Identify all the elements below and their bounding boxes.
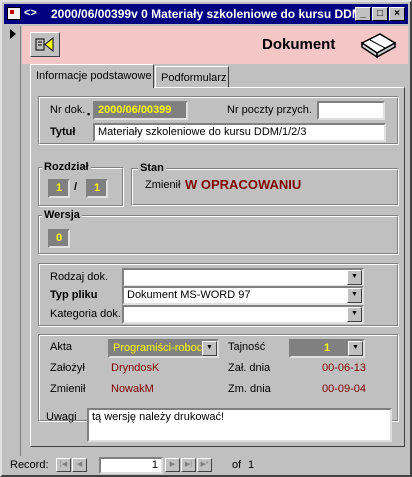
record-selector[interactable]	[6, 26, 21, 456]
maximize-button[interactable]: □	[372, 7, 388, 21]
title-bar[interactable]: <> 2000/06/00399v 0 Materiały szkoleniow…	[4, 4, 408, 24]
akta-value: Programiści-robocze	[113, 342, 214, 354]
last-record-button[interactable]: ▶|	[181, 458, 196, 472]
back-arrow-icon	[35, 36, 54, 53]
wersja-group	[38, 215, 399, 255]
rodzaj-label: Rodzaj dok.	[50, 271, 109, 283]
nr-dok-field[interactable]: 2000/06/00399	[93, 101, 188, 120]
new-record-button[interactable]: ▶*	[197, 458, 212, 472]
book-icon	[360, 33, 397, 59]
tab-informacje-podstawowe[interactable]: Informacje podstawowe	[30, 64, 154, 88]
back-button[interactable]	[30, 32, 60, 57]
kategoria-label: Kategoria dok.	[50, 308, 121, 320]
record-total: 1	[248, 459, 255, 471]
form-body: Dokument Informacje podstawowe Podformul…	[22, 26, 408, 456]
required-marker: ▪	[87, 109, 91, 119]
rozdzial-number-field[interactable]: 1	[48, 179, 70, 198]
rozdzial-label: Rozdział	[42, 161, 91, 173]
tajnosc-value: 1	[323, 342, 331, 354]
nr-dok-label: Nr dok.	[50, 104, 86, 116]
header-title: Dokument	[262, 36, 336, 53]
access-form-window: <> 2000/06/00399v 0 Materiały szkoleniow…	[0, 0, 412, 477]
rodzaj-combo[interactable]: ▼	[122, 268, 364, 287]
zal-dnia-value: 00-06-13	[322, 362, 367, 374]
rozdzial-total-field[interactable]: 1	[86, 179, 108, 198]
dropdown-arrow-icon[interactable]: ▼	[347, 270, 362, 285]
akta-combo[interactable]: Programiści-robocze ▼	[108, 339, 219, 358]
dropdown-arrow-icon[interactable]: ▼	[347, 288, 362, 303]
current-record-icon	[10, 29, 16, 39]
tab-podformularz[interactable]: Podformularz	[155, 66, 229, 88]
dropdown-arrow-icon[interactable]: ▼	[347, 307, 362, 322]
tytul-label: Tytuł	[50, 126, 76, 138]
form-header: Dokument	[22, 26, 408, 64]
tytul-input[interactable]: Materiały szkoleniowe do kursu DDM/1/2/3	[93, 123, 386, 142]
previous-record-button[interactable]: ◀	[72, 458, 87, 472]
stan-label: Stan	[138, 162, 166, 174]
typ-pliku-combo[interactable]: Dokument MS-WORD 97 ▼	[122, 286, 364, 305]
record-number-input[interactable]: 1	[99, 457, 163, 474]
zm-dnia-label: Zm. dnia	[228, 383, 271, 395]
nr-poczty-label: Nr poczty przych.	[227, 104, 312, 116]
tajnosc-combo[interactable]: 1 ▼	[289, 339, 365, 358]
dropdown-arrow-icon[interactable]: ▼	[348, 341, 363, 356]
uwagi-textarea[interactable]: tą wersję należy drukować!	[87, 408, 392, 442]
dropdown-arrow-icon[interactable]: ▼	[202, 341, 217, 356]
form-icon[interactable]	[7, 7, 21, 20]
akta-label: Akta	[50, 341, 73, 353]
stan-zmienil-label: Zmienił	[145, 179, 181, 191]
tajnosc-label: Tajność	[228, 341, 266, 353]
uwagi-label: Uwagi	[46, 411, 77, 423]
of-label: of	[232, 459, 242, 471]
status-value: W OPRACOWANIU	[185, 177, 302, 192]
record-label: Record:	[10, 459, 49, 471]
zmienil-value: NowakM	[111, 383, 154, 395]
typ-pliku-label: Typ pliku	[50, 289, 98, 301]
typ-pliku-value: Dokument MS-WORD 97	[127, 289, 251, 301]
wersja-field[interactable]: 0	[48, 229, 70, 248]
zmienil-label: Zmienił	[50, 383, 86, 395]
zalozyl-value: DryndosK	[111, 362, 160, 374]
zal-dnia-label: Zał. dnia	[228, 362, 271, 374]
first-record-button[interactable]: |◀	[56, 458, 71, 472]
rozdzial-separator: /	[74, 181, 78, 193]
zalozyl-label: Założył	[50, 362, 85, 374]
kategoria-combo[interactable]: ▼	[122, 305, 364, 324]
record-navigation-bar: Record: |◀ ◀ 1 ▶ ▶| ▶* of 1	[6, 457, 408, 474]
wersja-label: Wersja	[42, 209, 82, 221]
window-title: 2000/06/00399v 0 Materiały szkoleniowe d…	[51, 7, 356, 21]
next-record-button[interactable]: ▶	[165, 458, 180, 472]
zm-dnia-value: 00-09-04	[322, 383, 367, 395]
minimize-button[interactable]: _	[355, 7, 371, 21]
arrows-icon: <>	[24, 7, 37, 19]
tab-page: Nr dok. ▪ 2000/06/00399 Nr poczty przych…	[30, 87, 405, 447]
close-button[interactable]: ×	[389, 7, 405, 21]
nr-poczty-input[interactable]	[317, 101, 385, 120]
